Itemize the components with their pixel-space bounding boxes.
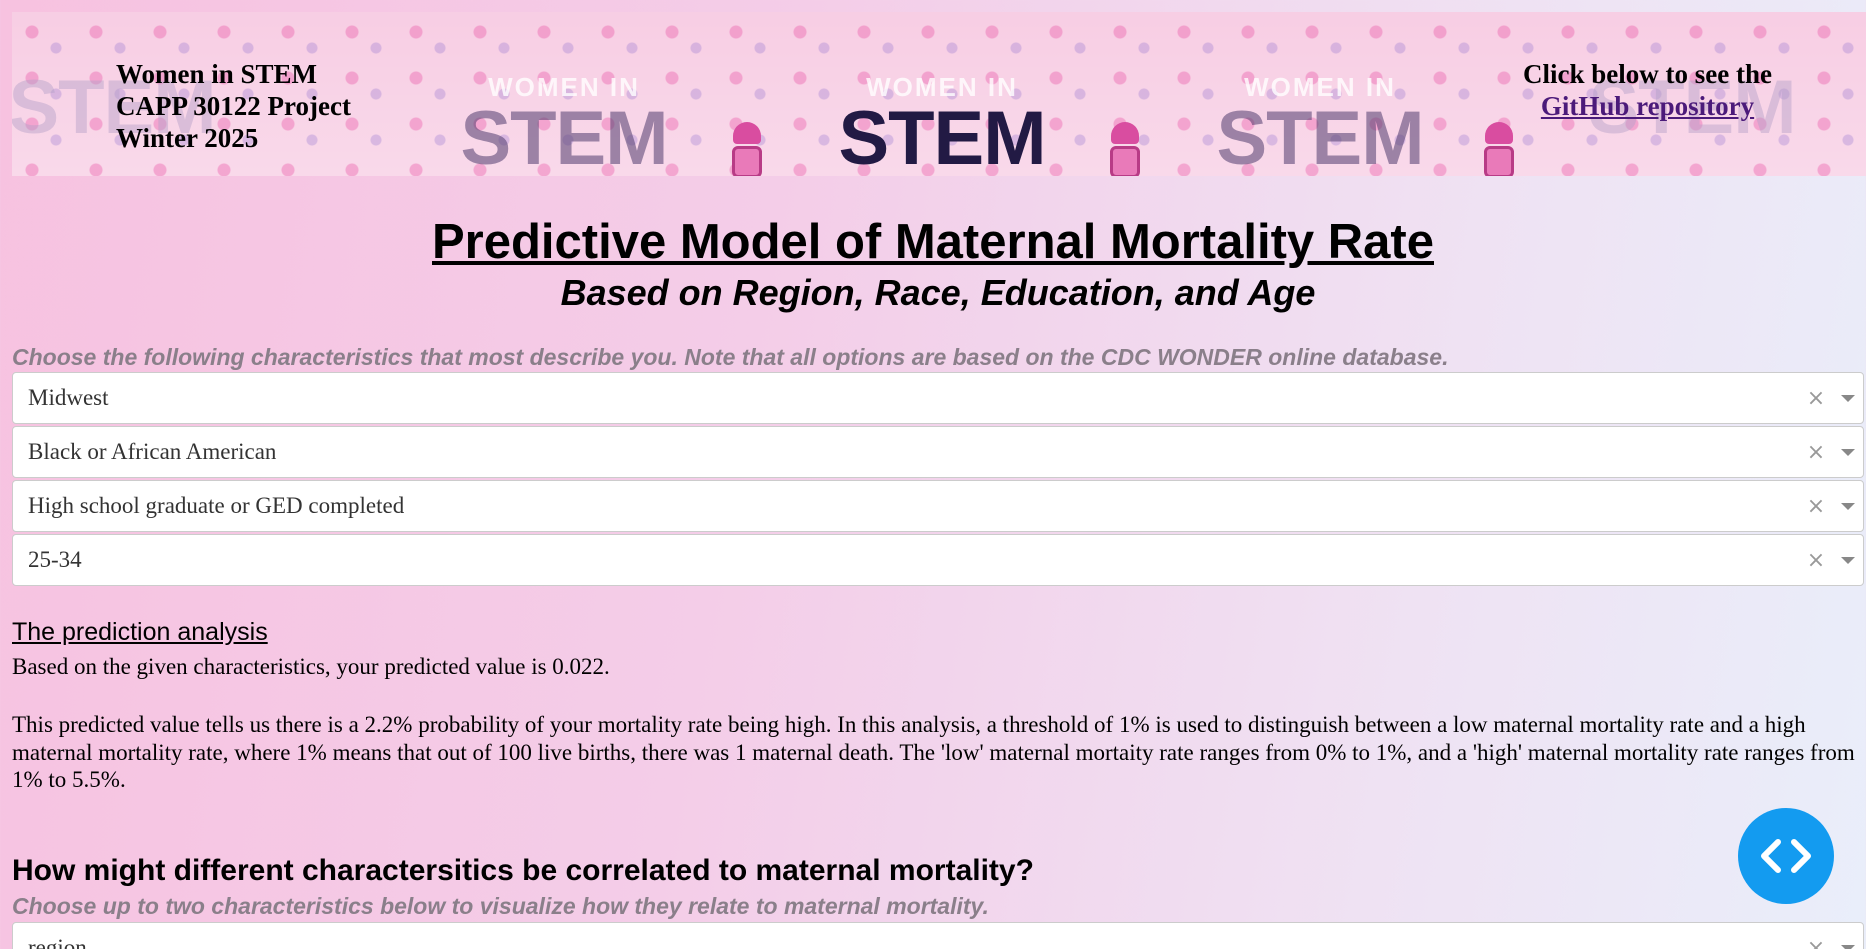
clear-icon[interactable]: × — [1799, 440, 1833, 465]
dropdown-value: 25-34 — [28, 547, 82, 572]
page-subtitle: Based on Region, Race, Education, and Ag… — [560, 272, 1316, 313]
robot-icon — [1108, 122, 1142, 176]
banner-stem-word: WOMEN IN STEM — [1216, 72, 1424, 176]
dev-tools-button[interactable] — [1738, 808, 1834, 904]
characteristics-instructions: Choose the following characteristics tha… — [12, 344, 1449, 370]
chevron-down-icon[interactable] — [1833, 481, 1863, 531]
robot-icon — [1482, 122, 1516, 176]
project-info: Women in STEM CAPP 30122 Project Winter … — [116, 58, 351, 154]
education-dropdown[interactable]: High school graduate or GED completed × — [12, 480, 1864, 532]
code-brackets-icon — [1761, 839, 1811, 873]
page-title: Predictive Model of Maternal Mortality R… — [432, 215, 1434, 269]
race-dropdown[interactable]: Black or African American × — [12, 426, 1864, 478]
correlation-heading: How might different charactersitics be c… — [12, 854, 1034, 887]
clear-icon[interactable]: × — [1799, 548, 1833, 573]
characteristic-dropdown[interactable]: region × — [12, 922, 1864, 949]
banner-stem-word: WOMEN IN STEM — [460, 72, 668, 176]
dropdown-value: High school graduate or GED completed — [28, 493, 405, 518]
region-dropdown[interactable]: Midwest × — [12, 372, 1864, 424]
prediction-explanation: This predicted value tells us there is a… — [12, 712, 1855, 792]
dropdown-value: Midwest — [28, 385, 109, 410]
prediction-analysis-heading: The prediction analysis — [12, 618, 268, 646]
robot-icon — [730, 122, 764, 176]
predicted-value-text: Based on the given characteristics, your… — [12, 654, 610, 679]
dropdown-value: region — [28, 935, 87, 949]
github-repository-link[interactable]: GitHub repository — [1541, 91, 1754, 121]
project-line: Women in STEM — [116, 59, 318, 89]
dropdown-value: Black or African American — [28, 439, 277, 464]
chevron-down-icon[interactable] — [1833, 427, 1863, 477]
banner-stem-word-center: WOMEN IN STEM — [838, 72, 1046, 176]
chevron-down-icon[interactable] — [1833, 373, 1863, 423]
age-dropdown[interactable]: 25-34 × — [12, 534, 1864, 586]
clear-icon[interactable]: × — [1799, 936, 1833, 949]
github-callout-text: Click below to see the — [1523, 59, 1772, 89]
project-line: CAPP 30122 Project — [116, 91, 351, 121]
clear-icon[interactable]: × — [1799, 494, 1833, 519]
chevron-down-icon[interactable] — [1833, 923, 1863, 949]
clear-icon[interactable]: × — [1799, 386, 1833, 411]
project-line: Winter 2025 — [116, 123, 259, 153]
chevron-down-icon[interactable] — [1833, 535, 1863, 585]
correlation-instructions: Choose up to two characteristics below t… — [12, 893, 989, 919]
github-callout: Click below to see the GitHub repository — [1523, 58, 1772, 122]
header-banner: STEM WOMEN IN STEM WOMEN IN STEM WOMEN IN S… — [12, 12, 1866, 176]
